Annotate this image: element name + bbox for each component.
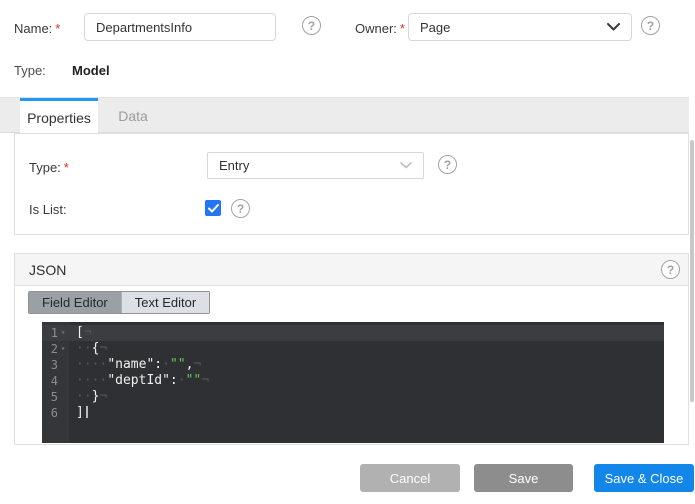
is-list-help-icon[interactable]: ? [231, 199, 250, 218]
gutter-line: 2▾ [42, 341, 69, 357]
type-static-value: Model [72, 63, 110, 78]
code-line[interactable]: ··}¬ [69, 389, 664, 405]
cancel-button[interactable]: Cancel [360, 464, 460, 492]
entry-type-label: Type:* [29, 159, 69, 177]
owner-select[interactable]: Page [408, 13, 632, 41]
line-number: 4 [51, 374, 58, 388]
entry-type-help-icon[interactable]: ? [438, 155, 457, 174]
json-panel-header: JSON ? [15, 254, 688, 286]
code-token: "name": [107, 357, 162, 372]
fold-icon[interactable]: ▾ [58, 344, 68, 354]
tab-data[interactable]: Data [98, 98, 168, 134]
gutter-line: 1▾ [42, 325, 69, 341]
eol-marker-icon: ¬ [201, 373, 209, 388]
is-list-checkbox[interactable] [205, 200, 221, 216]
json-panel: JSON ? Field Editor Text Editor 1▾2▾3456… [14, 253, 689, 445]
code-line[interactable]: ] [69, 405, 664, 421]
text-cursor [86, 406, 88, 418]
code-token: ] [76, 405, 84, 420]
editor-code: [¬··{¬····"name":·"",¬····"deptId":·""¬·… [69, 322, 664, 443]
chevron-down-icon [400, 162, 412, 169]
whitespace-dots: ·· [76, 389, 92, 404]
whitespace-dots: ···· [76, 373, 107, 388]
properties-panel: Type:* Entry ? Is List: ? [14, 133, 689, 235]
field-editor-toggle[interactable]: Field Editor [29, 292, 121, 313]
eol-marker-icon: ¬ [99, 341, 107, 356]
eol-marker-icon: ¬ [193, 357, 201, 372]
required-asterisk: * [64, 160, 69, 175]
entry-type-select[interactable]: Entry [207, 152, 424, 179]
name-label: Name:* [14, 20, 60, 38]
line-number: 5 [51, 390, 58, 404]
json-panel-title: JSON [29, 262, 66, 278]
gutter-line: 4 [42, 373, 69, 389]
tab-properties[interactable]: Properties [20, 98, 98, 134]
owner-select-value: Page [420, 20, 450, 35]
owner-label: Owner:* [355, 20, 405, 38]
code-line[interactable]: ····"deptId":·""¬ [69, 373, 664, 389]
text-editor-toggle[interactable]: Text Editor [121, 292, 209, 313]
json-code-editor[interactable]: 1▾2▾3456 [¬··{¬····"name":·"",¬····"dept… [42, 322, 664, 443]
gutter-line: 3 [42, 357, 69, 373]
whitespace-dots: · [178, 373, 186, 388]
required-asterisk: * [400, 21, 405, 36]
name-input[interactable] [84, 13, 276, 41]
is-list-label: Is List: [29, 202, 67, 217]
vertical-scrollbar-thumb[interactable] [690, 140, 694, 402]
code-token: [ [76, 325, 84, 340]
editor-mode-toggle: Field Editor Text Editor [28, 291, 210, 314]
check-icon [208, 204, 219, 213]
tab-bar: Properties Data [0, 97, 689, 133]
whitespace-dots: · [162, 357, 170, 372]
whitespace-dots: ·· [76, 341, 92, 356]
code-token: "deptId": [107, 373, 177, 388]
chevron-down-icon [607, 23, 620, 31]
code-line[interactable]: [¬ [69, 325, 664, 341]
line-number: 3 [51, 358, 58, 372]
line-number: 6 [51, 406, 58, 420]
required-asterisk: * [55, 21, 60, 36]
code-line[interactable]: ····"name":·"",¬ [69, 357, 664, 373]
name-help-icon[interactable]: ? [302, 16, 321, 35]
whitespace-dots: ···· [76, 357, 107, 372]
save-and-close-button[interactable]: Save & Close [594, 464, 694, 492]
string-token: "" [186, 373, 202, 388]
code-line[interactable]: ··{¬ [69, 341, 664, 357]
json-help-icon[interactable]: ? [661, 260, 680, 279]
line-number: 2 [51, 342, 58, 356]
type-static-label: Type: [14, 63, 46, 78]
entry-type-select-value: Entry [219, 158, 249, 173]
fold-icon[interactable]: ▾ [58, 328, 68, 338]
editor-gutter: 1▾2▾3456 [42, 322, 69, 443]
string-token: "" [170, 357, 186, 372]
gutter-line: 5 [42, 389, 69, 405]
owner-help-icon[interactable]: ? [641, 16, 660, 35]
eol-marker-icon: ¬ [99, 389, 107, 404]
eol-marker-icon: ¬ [84, 325, 92, 340]
gutter-line: 6 [42, 405, 69, 421]
line-number: 1 [51, 326, 58, 340]
save-button[interactable]: Save [474, 464, 573, 492]
